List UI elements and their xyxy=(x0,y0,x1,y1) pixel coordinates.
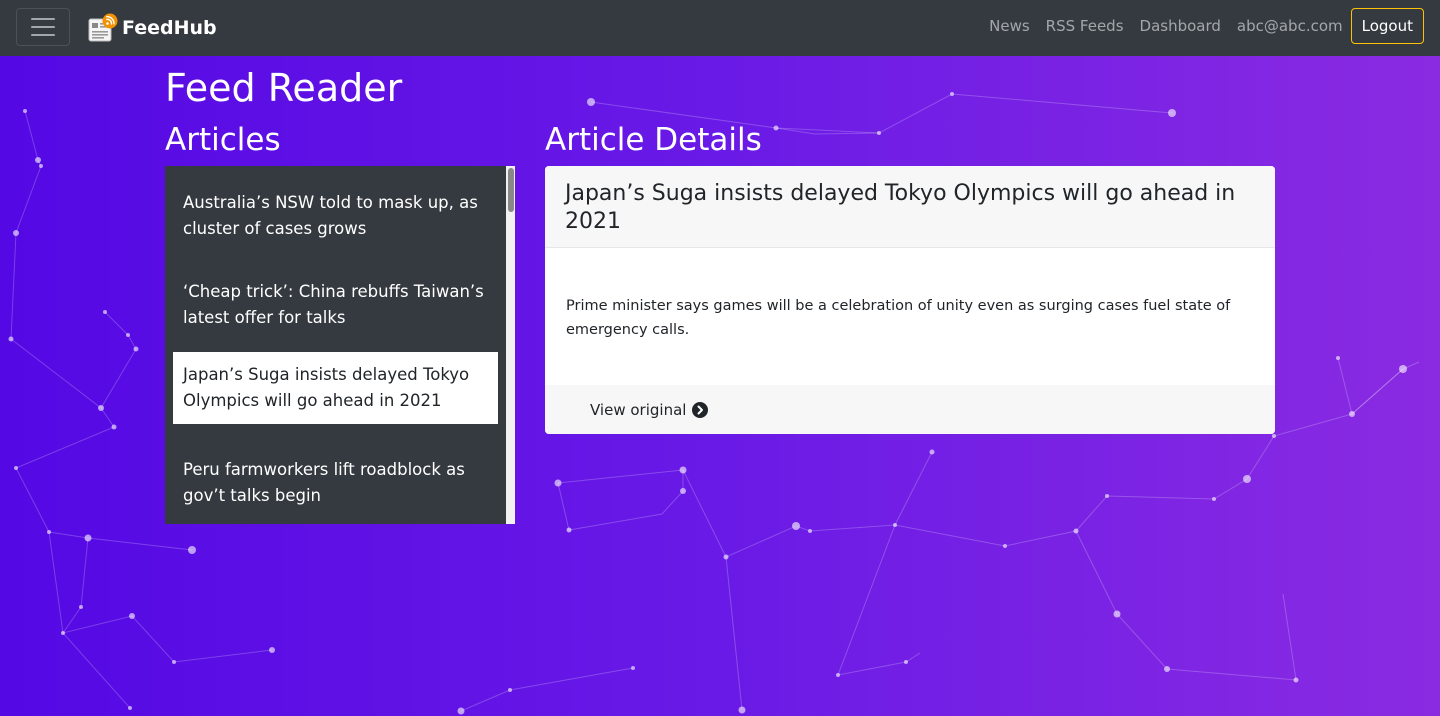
article-title: Japan’s Suga insists delayed Tokyo Olymp… xyxy=(565,181,1236,234)
hamburger-icon xyxy=(31,34,55,36)
menu-toggle-button[interactable] xyxy=(16,8,70,46)
nav-link-news[interactable]: News xyxy=(981,17,1038,35)
view-original-label: View original xyxy=(590,400,687,419)
navbar: FeedHub News RSS Feeds Dashboard abc@abc… xyxy=(0,0,1440,56)
brand-link[interactable]: FeedHub xyxy=(88,13,217,43)
brand-name: FeedHub xyxy=(122,17,217,39)
card-header: Japan’s Suga insists delayed Tokyo Olymp… xyxy=(545,166,1275,248)
article-detail-card: Japan’s Suga insists delayed Tokyo Olymp… xyxy=(545,166,1275,434)
scrollbar[interactable] xyxy=(506,166,515,524)
view-original-link[interactable]: View original xyxy=(590,400,709,419)
article-list: Australia’s NSW told to mask up, as clus… xyxy=(165,166,515,524)
chevron-circle-right-icon xyxy=(692,401,709,418)
card-footer: View original xyxy=(545,385,1275,434)
list-item[interactable]: Peru farmworkers lift roadblock as gov’t… xyxy=(173,449,498,517)
list-item[interactable]: Australia’s NSW told to mask up, as clus… xyxy=(173,182,498,250)
page-title: Feed Reader xyxy=(165,66,403,110)
hamburger-icon xyxy=(31,18,55,20)
article-details-heading: Article Details xyxy=(545,122,762,158)
list-item[interactable]: ‘Cheap trick’: China rebuffs Taiwan’s la… xyxy=(173,271,498,339)
list-item-selected[interactable]: Japan’s Suga insists delayed Tokyo Olymp… xyxy=(173,352,498,424)
rss-newspaper-logo-icon xyxy=(88,13,118,42)
logout-button[interactable]: Logout xyxy=(1350,8,1424,44)
hamburger-icon xyxy=(31,26,55,28)
article-summary: Prime minister says games will be a cele… xyxy=(566,298,1231,338)
scrollbar-thumb[interactable] xyxy=(508,168,514,212)
nav-links: News RSS Feeds Dashboard abc@abc.com Log… xyxy=(981,8,1424,44)
articles-heading: Articles xyxy=(165,122,281,158)
nav-link-user-email[interactable]: abc@abc.com xyxy=(1229,17,1351,35)
nav-link-dashboard[interactable]: Dashboard xyxy=(1132,17,1229,35)
nav-link-rss-feeds[interactable]: RSS Feeds xyxy=(1038,17,1132,35)
